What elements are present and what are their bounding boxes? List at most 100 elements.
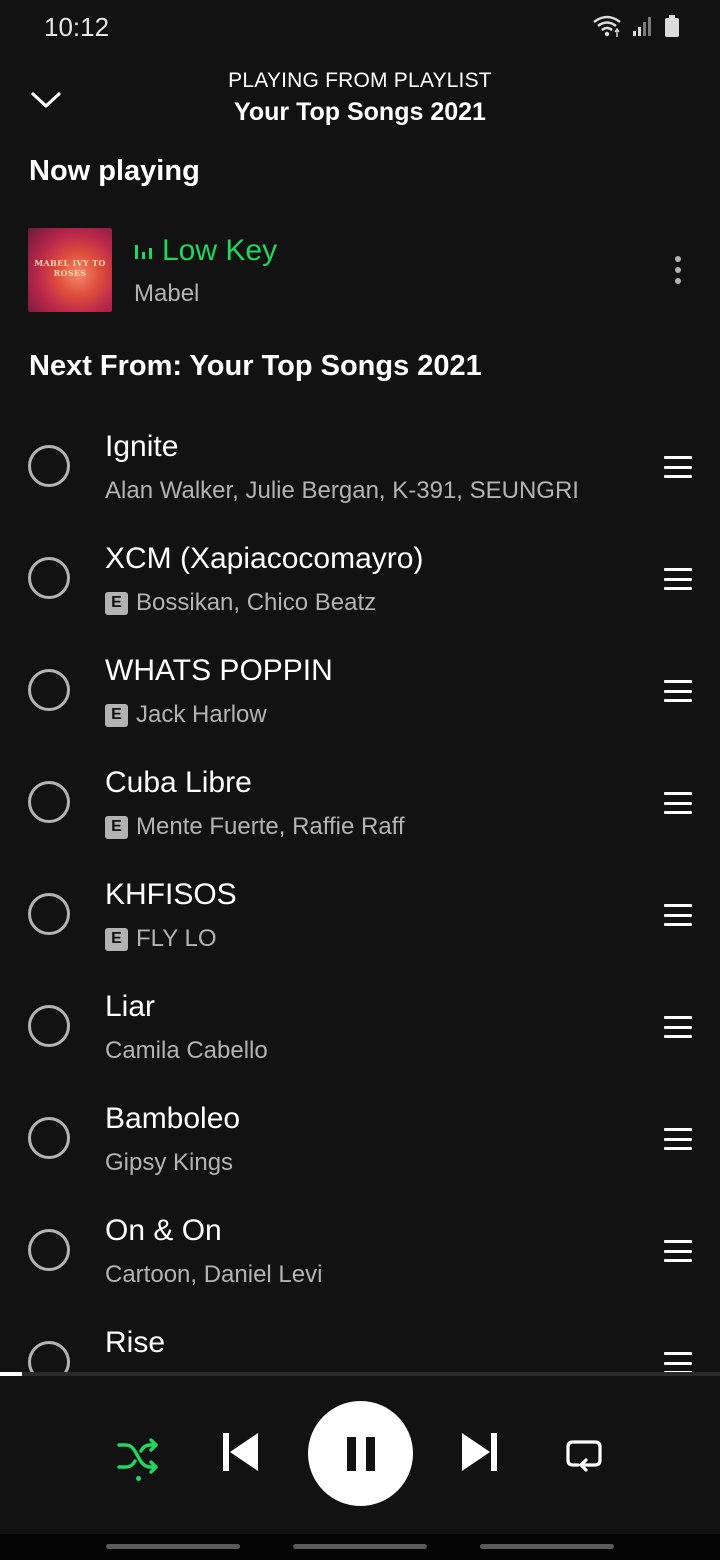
now-playing-title: Low Key bbox=[162, 234, 278, 267]
drag-handle-bar bbox=[664, 913, 692, 917]
next-from-heading: Next From: Your Top Songs 2021 bbox=[29, 350, 482, 382]
queue-item-artists: Bossikan, Chico Beatz bbox=[136, 589, 377, 616]
drag-handle-bar bbox=[664, 1147, 692, 1150]
queue-item-artists: Mente Fuerte, Raffie Raff bbox=[136, 813, 405, 840]
queue-list: Ignite Alan Walker, Julie Bergan, K-391, … bbox=[0, 410, 720, 1372]
queue-item-title: WHATS POPPIN bbox=[105, 654, 333, 687]
shuffle-active-dot bbox=[136, 1476, 141, 1481]
drag-handle-icon[interactable] bbox=[664, 680, 692, 702]
drag-handle-icon[interactable] bbox=[664, 568, 692, 590]
queue-item[interactable]: KHFISOS E FLY LO bbox=[0, 858, 720, 970]
queue-item[interactable]: Bamboleo Gipsy Kings bbox=[0, 1082, 720, 1194]
drag-handle-icon[interactable] bbox=[664, 1240, 692, 1262]
queue-item-title: Cuba Libre bbox=[105, 766, 252, 799]
circle-checkbox-icon[interactable] bbox=[28, 781, 70, 823]
playing-from-label: PLAYING FROM PLAYLIST bbox=[228, 69, 492, 92]
drag-handle-bar bbox=[664, 1025, 692, 1029]
drag-handle-icon[interactable] bbox=[664, 1016, 692, 1038]
queue-item[interactable]: Ignite Alan Walker, Julie Bergan, K-391, … bbox=[0, 410, 720, 522]
queue-item-subtitle: Cartoon, Daniel Levi bbox=[105, 1261, 322, 1289]
drag-handle-bar bbox=[664, 680, 692, 683]
queue-item-title: Ignite bbox=[105, 430, 179, 463]
drag-handle-bar bbox=[664, 1137, 692, 1141]
queue-item-title: Liar bbox=[105, 990, 156, 1023]
cellular-signal-icon bbox=[632, 15, 654, 42]
queue-screen: 10:12 PLAYING FROM PLAYLIST Your Top Son… bbox=[0, 0, 720, 1560]
drag-handle-bar bbox=[664, 923, 692, 926]
now-playing-track: Low Key bbox=[134, 234, 277, 268]
queue-item-subtitle: E Jack Harlow bbox=[105, 701, 267, 729]
queue-item-artists: Jack Harlow bbox=[136, 701, 267, 728]
drag-handle-bar bbox=[664, 811, 692, 814]
drag-handle-bar bbox=[664, 801, 692, 805]
circle-checkbox-icon[interactable] bbox=[28, 669, 70, 711]
queue-item-artists: FLY LO bbox=[136, 925, 217, 952]
now-playing-row[interactable]: MABEL IVY TO ROSES Low Key Mabel bbox=[0, 224, 720, 316]
drag-handle-bar bbox=[664, 904, 692, 907]
circle-checkbox-icon[interactable] bbox=[28, 1005, 70, 1047]
drag-handle-bar bbox=[664, 1361, 692, 1365]
circle-checkbox-icon[interactable] bbox=[28, 1229, 70, 1271]
nav-home-button[interactable] bbox=[293, 1544, 427, 1549]
circle-checkbox-icon[interactable] bbox=[28, 445, 70, 487]
queue-item-subtitle: E Mente Fuerte, Raffie Raff bbox=[105, 813, 405, 841]
drag-handle-bar bbox=[664, 475, 692, 478]
pause-icon bbox=[346, 1436, 375, 1471]
playlist-title[interactable]: Your Top Songs 2021 bbox=[0, 98, 720, 127]
nav-back-button[interactable] bbox=[480, 1544, 614, 1549]
more-vertical-icon-dot bbox=[675, 278, 681, 284]
queue-item-title: Bamboleo bbox=[105, 1102, 241, 1135]
drag-handle-bar bbox=[664, 1249, 692, 1253]
queue-item[interactable]: WHATS POPPIN E Jack Harlow bbox=[0, 634, 720, 746]
queue-item-title: KHFISOS bbox=[105, 878, 237, 911]
album-art-text: MABEL IVY TO ROSES bbox=[34, 258, 106, 278]
album-art: MABEL IVY TO ROSES bbox=[28, 228, 112, 312]
queue-item-artists: Cartoon, Daniel Levi bbox=[105, 1261, 323, 1288]
next-button[interactable] bbox=[452, 1424, 508, 1480]
drag-handle-bar bbox=[664, 1035, 692, 1038]
pause-button[interactable] bbox=[308, 1401, 413, 1506]
queue-item[interactable]: Cuba Libre E Mente Fuerte, Raffie Raff bbox=[0, 746, 720, 858]
queue-item[interactable]: On & On Cartoon, Daniel Levi bbox=[0, 1194, 720, 1306]
more-vertical-icon-dot bbox=[675, 267, 681, 273]
circle-checkbox-icon[interactable] bbox=[28, 1341, 70, 1372]
nav-recents-button[interactable] bbox=[106, 1544, 240, 1549]
queue-item-subtitle: E Bossikan, Chico Beatz bbox=[105, 589, 376, 617]
drag-handle-icon[interactable] bbox=[664, 904, 692, 926]
drag-handle-bar bbox=[664, 465, 692, 469]
player-controls bbox=[0, 1376, 720, 1534]
queue-item[interactable]: XCM (Xapiacocomayro) E Bossikan, Chico Bea… bbox=[0, 522, 720, 634]
equalizer-bars-icon bbox=[134, 239, 154, 264]
explicit-badge: E bbox=[105, 703, 128, 727]
drag-handle-icon[interactable] bbox=[664, 1128, 692, 1150]
circle-checkbox-icon[interactable] bbox=[28, 1117, 70, 1159]
queue-item-subtitle: Alan Walker, Julie Bergan, K-391, SEUNGR… bbox=[105, 477, 579, 505]
circle-checkbox-icon[interactable] bbox=[28, 893, 70, 935]
skip-next-icon bbox=[462, 1433, 497, 1471]
queue-item[interactable]: Rise bbox=[0, 1306, 720, 1372]
drag-handle-icon[interactable] bbox=[664, 456, 692, 478]
drag-handle-bar bbox=[664, 1352, 692, 1355]
circle-checkbox-icon[interactable] bbox=[28, 557, 70, 599]
drag-handle-bar bbox=[664, 456, 692, 459]
drag-handle-bar bbox=[664, 577, 692, 581]
queue-item-title: On & On bbox=[105, 1214, 222, 1247]
drag-handle-icon[interactable] bbox=[664, 1352, 692, 1372]
more-options-button[interactable] bbox=[662, 252, 694, 288]
battery-icon bbox=[664, 14, 680, 43]
shuffle-icon bbox=[117, 1438, 158, 1474]
queue-item-title: XCM (Xapiacocomayro) bbox=[105, 542, 424, 575]
repeat-button[interactable] bbox=[556, 1426, 612, 1482]
explicit-badge: E bbox=[105, 591, 128, 615]
queue-item[interactable]: Liar Camila Cabello bbox=[0, 970, 720, 1082]
status-time: 10:12 bbox=[44, 12, 110, 42]
skip-previous-icon bbox=[223, 1433, 258, 1471]
queue-item-artists: Gipsy Kings bbox=[105, 1149, 234, 1176]
drag-handle-icon[interactable] bbox=[664, 792, 692, 814]
now-playing-heading: Now playing bbox=[29, 155, 200, 187]
queue-item-title: Rise bbox=[105, 1326, 166, 1359]
previous-button[interactable] bbox=[212, 1424, 268, 1480]
now-playing-artist: Mabel bbox=[134, 280, 200, 307]
status-icons bbox=[592, 14, 680, 43]
status-bar: 10:12 bbox=[0, 0, 720, 56]
